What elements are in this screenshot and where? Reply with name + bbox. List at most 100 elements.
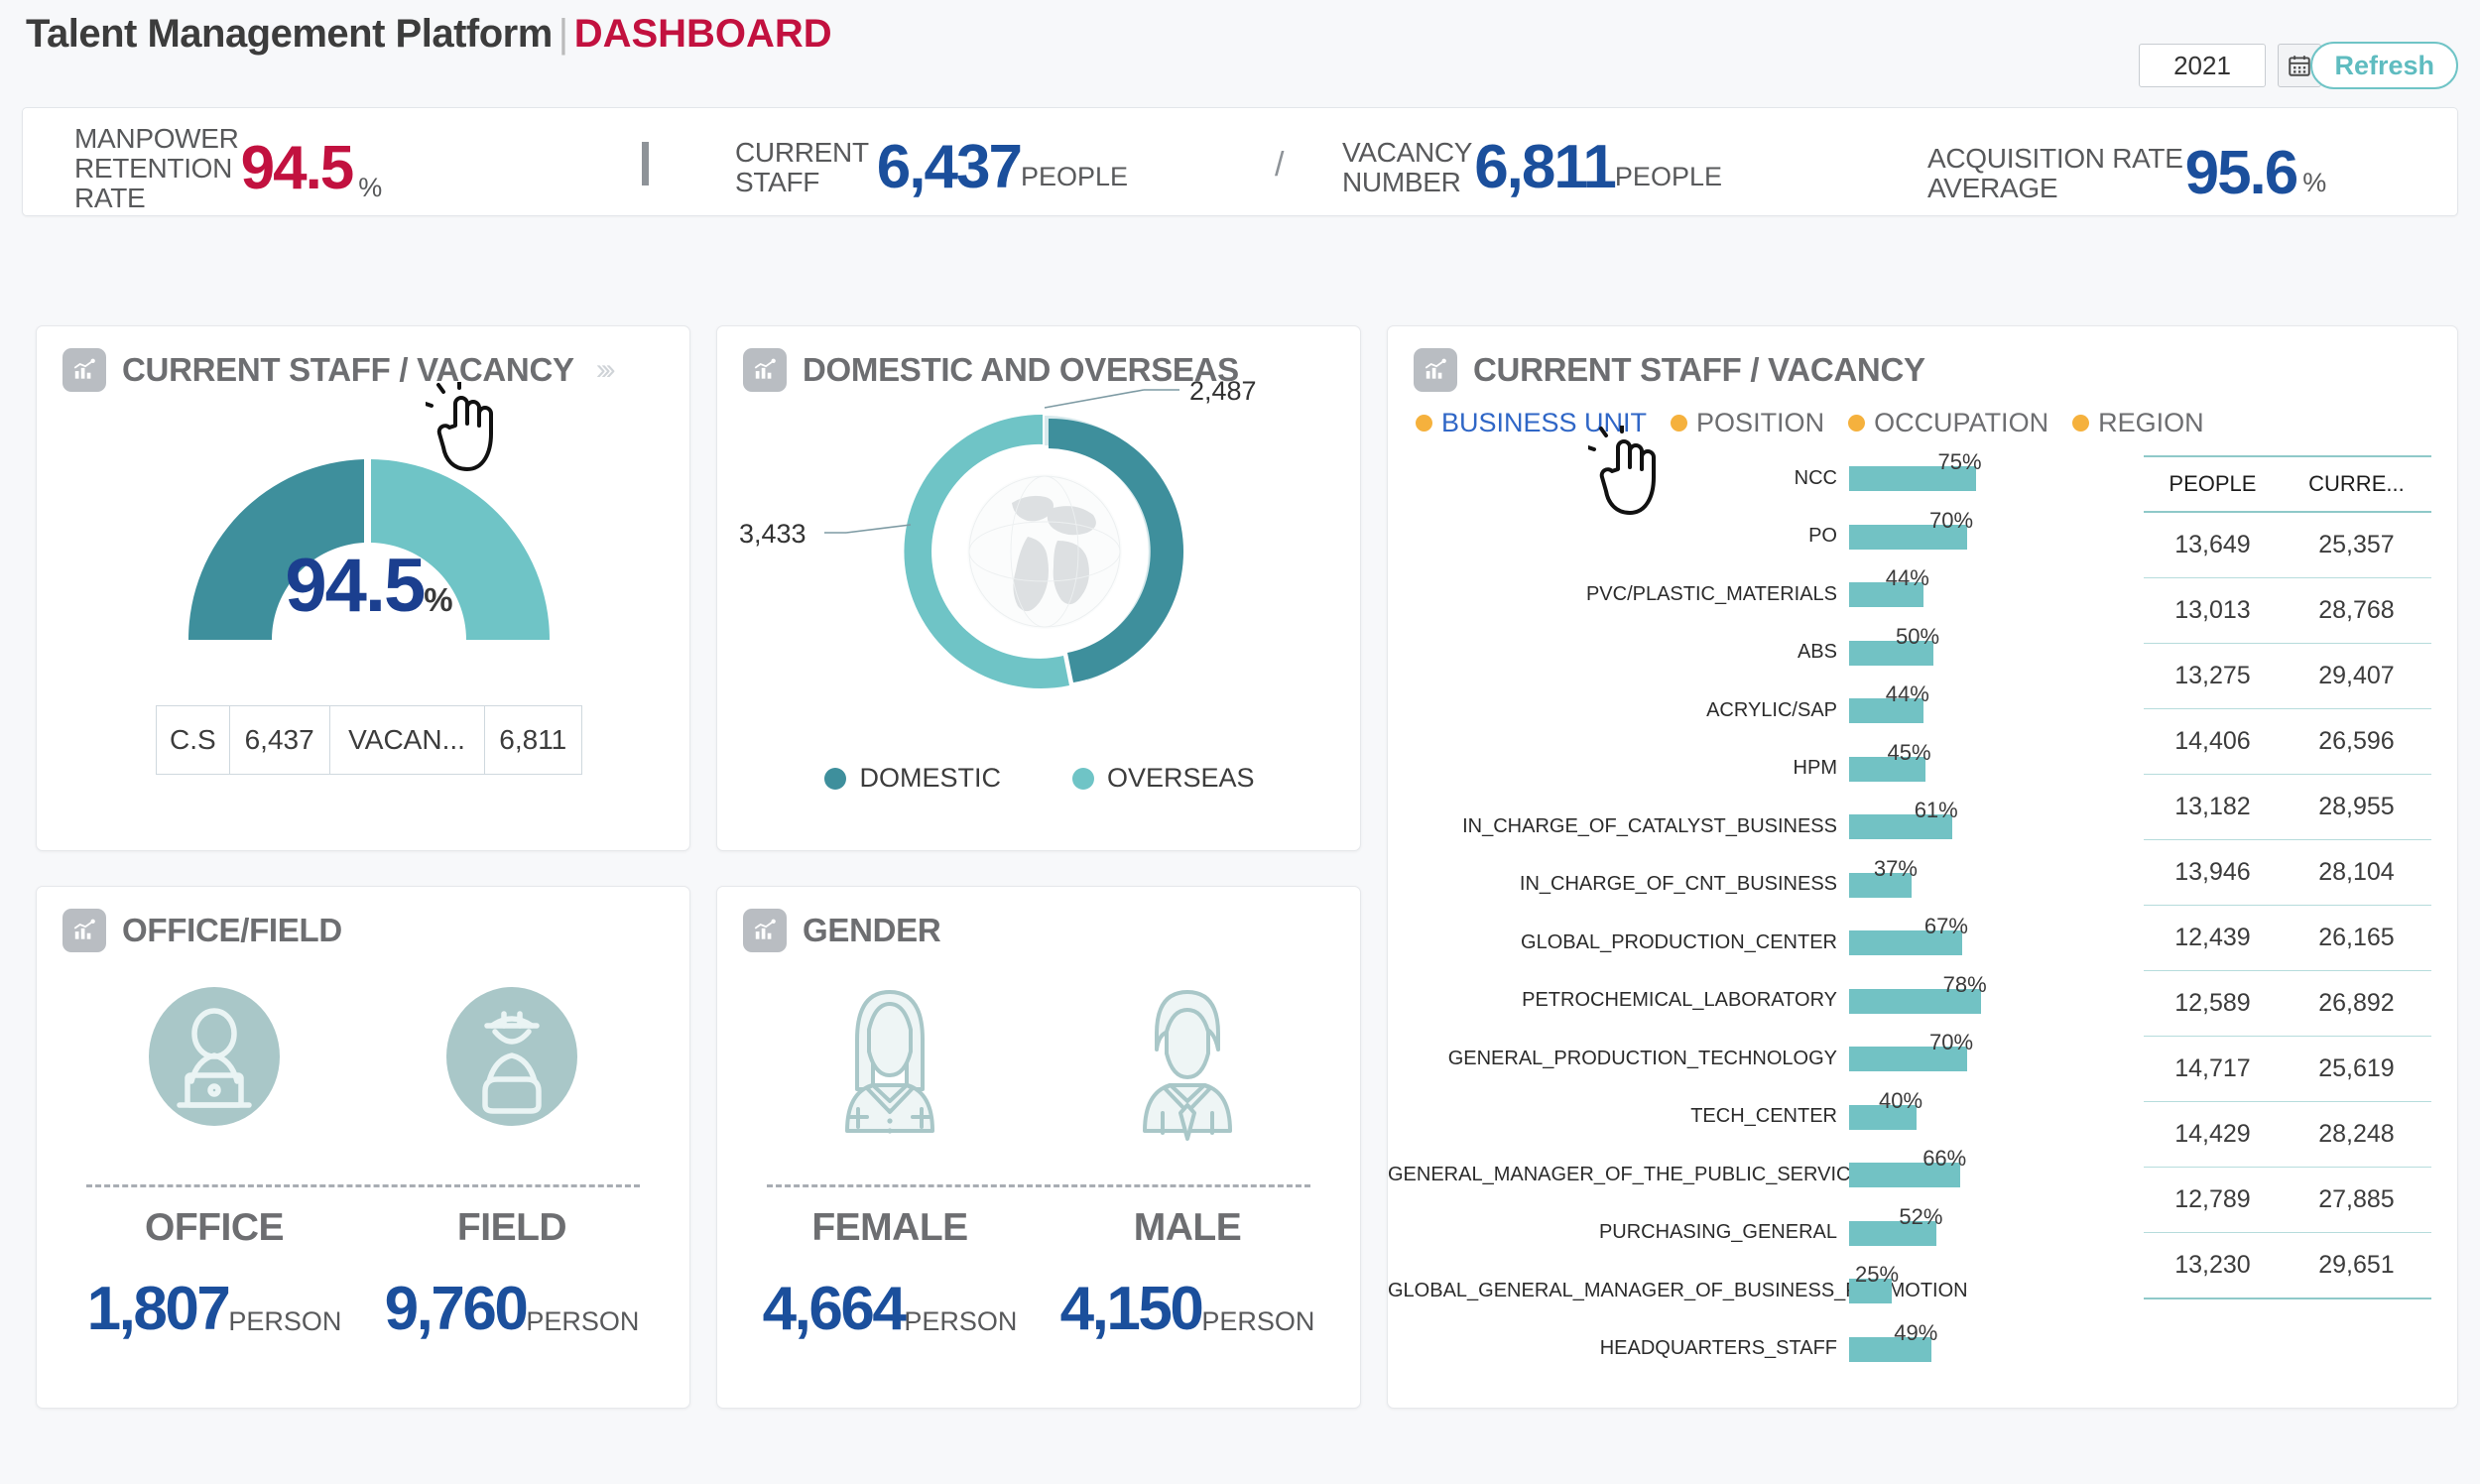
chart-icon bbox=[743, 909, 787, 952]
bar-value-label: 49% bbox=[1894, 1319, 1938, 1345]
bar-value-label: 52% bbox=[1899, 1203, 1943, 1229]
value-unit: PERSON bbox=[526, 1306, 640, 1336]
bar-row: IN_CHARGE_OF_CATALYST_BUSINESS 61% bbox=[1388, 798, 2082, 849]
table-row: 12,439 26,165 bbox=[2144, 905, 2431, 971]
cell-vacancy-value: 6,811 bbox=[483, 705, 583, 775]
tab-label: REGION bbox=[2098, 408, 2204, 437]
bar-row: PVC/PLASTIC_MATERIALS 44% bbox=[1388, 565, 2082, 617]
gender-labels: FEMALE MALE bbox=[717, 1206, 1360, 1250]
table-cell: 12,439 bbox=[2144, 905, 2282, 971]
gauge-value: 94.5 bbox=[285, 544, 426, 628]
brand-name: Talent Management Platform bbox=[26, 12, 553, 56]
table-cell: 26,165 bbox=[2281, 905, 2431, 971]
tab-region[interactable]: REGION bbox=[2072, 408, 2204, 438]
bar-value-label: 61% bbox=[1914, 798, 1958, 822]
refresh-button[interactable]: Refresh bbox=[2310, 42, 2458, 89]
bar-category-label: IN_CHARGE_OF_CNT_BUSINESS bbox=[1519, 873, 1837, 895]
bar-row: GENERAL_MANAGER_OF_THE_PUBLIC_SERVICE 66% bbox=[1388, 1146, 2082, 1197]
bullet-icon bbox=[1848, 415, 1866, 432]
tab-position[interactable]: POSITION bbox=[1671, 408, 1824, 438]
kpi-value: 6,437 bbox=[876, 133, 1023, 201]
table-row: 14,429 28,248 bbox=[2144, 1101, 2431, 1168]
table-cell: 12,589 bbox=[2144, 970, 2282, 1037]
bar-track: 44% bbox=[1849, 565, 2082, 617]
card-domestic-overseas: DOMESTIC AND OVERSEAS 2,487 3,433 DOMEST… bbox=[716, 325, 1361, 851]
table-cell: 13,946 bbox=[2144, 839, 2282, 906]
value-number: 4,150 bbox=[1059, 1275, 1204, 1343]
bar-track: 78% bbox=[1849, 972, 2082, 1024]
col-header-current: CURRE... bbox=[2281, 455, 2431, 513]
bar-row: ACRYLIC/SAP 44% bbox=[1388, 681, 2082, 733]
bar-value-label: 70% bbox=[1929, 507, 1974, 533]
gauge-center-value: 94.5% bbox=[161, 543, 577, 629]
table-cell: 13,182 bbox=[2144, 774, 2282, 840]
kpi-unit: PEOPLE bbox=[1614, 162, 1722, 191]
bar-row: PURCHASING_GENERAL 52% bbox=[1388, 1204, 2082, 1256]
card-header: CURRENT STAFF / VACANCY bbox=[1414, 348, 1925, 392]
table-cell: 26,892 bbox=[2281, 970, 2431, 1037]
table-cell: 28,248 bbox=[2281, 1101, 2431, 1168]
card-current-staff-vacancy-gauge: CURRENT STAFF / VACANCY ››› 94.5% C.S 6,… bbox=[36, 325, 690, 851]
card-current-staff-vacancy-breakdown: CURRENT STAFF / VACANCY BUSINESS UNIT PO… bbox=[1387, 325, 2458, 1409]
year-input[interactable] bbox=[2139, 44, 2266, 87]
gauge-percent-sign: % bbox=[424, 581, 453, 618]
bar-track: 67% bbox=[1849, 914, 2082, 965]
kpi-unit: % bbox=[2302, 168, 2327, 197]
date-filter bbox=[2139, 44, 2321, 87]
tab-label: OCCUPATION bbox=[1874, 408, 2049, 437]
card-gender: GENDER FEMALE MALE 4,664 PERSON 4,150 PE… bbox=[716, 886, 1361, 1409]
kpi-manpower-retention-rate: MANPOWER RETENTION RATE 94.5 % bbox=[74, 124, 382, 213]
table-cell: 28,955 bbox=[2281, 774, 2431, 840]
kpi-divider bbox=[642, 142, 649, 186]
bar-category-label: HEADQUARTERS_STAFF bbox=[1599, 1337, 1837, 1359]
office-worker-icon bbox=[149, 987, 280, 1126]
bar-row: TECH_CENTER 40% bbox=[1388, 1088, 2082, 1140]
bar-category-label: PO bbox=[1808, 525, 1837, 547]
gauge-summary-table: C.S 6,437 VACAN... 6,811 bbox=[156, 705, 583, 775]
legend-item-domestic: DOMESTIC bbox=[824, 763, 1001, 794]
card-title: OFFICE/FIELD bbox=[122, 912, 342, 948]
bar-category-label: PVC/PLASTIC_MATERIALS bbox=[1585, 582, 1837, 605]
table-row: 14,406 26,596 bbox=[2144, 708, 2431, 775]
divider bbox=[86, 1184, 640, 1187]
value-unit: PERSON bbox=[904, 1306, 1018, 1336]
tab-label: POSITION bbox=[1696, 408, 1825, 437]
tab-label: BUSINESS UNIT bbox=[1441, 408, 1648, 437]
label-office: OFFICE bbox=[145, 1206, 285, 1249]
bar-value-label: 40% bbox=[1879, 1087, 1923, 1113]
bar-row: PO 70% bbox=[1388, 508, 2082, 559]
bar-row: GLOBAL_GENERAL_MANAGER_OF_BUSINESS_PROMO… bbox=[1388, 1262, 2082, 1313]
kpi-current-staff: CURRENT STAFF 6,437 PEOPLE bbox=[735, 132, 1128, 202]
kpi-label: MANPOWER RETENTION RATE bbox=[74, 123, 239, 213]
breakdown-table: PEOPLE CURRE... 13,649 25,357 13,013 28,768… bbox=[2144, 455, 2431, 1299]
bar-row: HEADQUARTERS_STAFF 49% bbox=[1388, 1320, 2082, 1372]
table-row: 13,649 25,357 bbox=[2144, 512, 2431, 578]
col-header-people: PEOPLE bbox=[2144, 455, 2282, 513]
bar-value-label: 67% bbox=[1923, 914, 1968, 938]
table-row: 13,946 28,104 bbox=[2144, 839, 2431, 906]
table-cell: 28,768 bbox=[2281, 577, 2431, 644]
top-bar: Talent Management Platform|DASHBOARD Ref… bbox=[0, 0, 2480, 107]
male-avatar-icon bbox=[1143, 990, 1232, 1141]
donut-label-overseas: 3,433 bbox=[739, 519, 806, 549]
table-cell: 27,885 bbox=[2281, 1167, 2431, 1233]
table-row: 12,789 27,885 bbox=[2144, 1167, 2431, 1233]
table-cell: 25,357 bbox=[2281, 512, 2431, 578]
table-row: 13,013 28,768 bbox=[2144, 577, 2431, 644]
kpi-label: ACQUISITION RATE AVERAGE bbox=[1927, 142, 2183, 203]
tab-occupation[interactable]: OCCUPATION bbox=[1848, 408, 2048, 438]
bar-track: 50% bbox=[1849, 624, 2082, 676]
label-male: MALE bbox=[1133, 1206, 1242, 1249]
tab-business-unit[interactable]: BUSINESS UNIT bbox=[1416, 408, 1647, 438]
bar-category-label: GLOBAL_GENERAL_MANAGER_OF_BUSINESS_PROMO… bbox=[1388, 1279, 1968, 1301]
value-field: 9,760 PERSON bbox=[385, 1274, 640, 1344]
chart-icon bbox=[62, 348, 106, 392]
bar-track: 37% bbox=[1849, 856, 2082, 908]
label-female: FEMALE bbox=[811, 1206, 968, 1249]
brand-divider: | bbox=[558, 12, 568, 56]
bar-row: NCC 75% bbox=[1388, 449, 2082, 501]
bar-category-label: GENERAL_MANAGER_OF_THE_PUBLIC_SERVICE bbox=[1388, 1163, 1864, 1185]
bar-row: ABS 50% bbox=[1388, 624, 2082, 676]
divider bbox=[767, 1184, 1310, 1187]
bar-value-label: 37% bbox=[1873, 855, 1918, 881]
